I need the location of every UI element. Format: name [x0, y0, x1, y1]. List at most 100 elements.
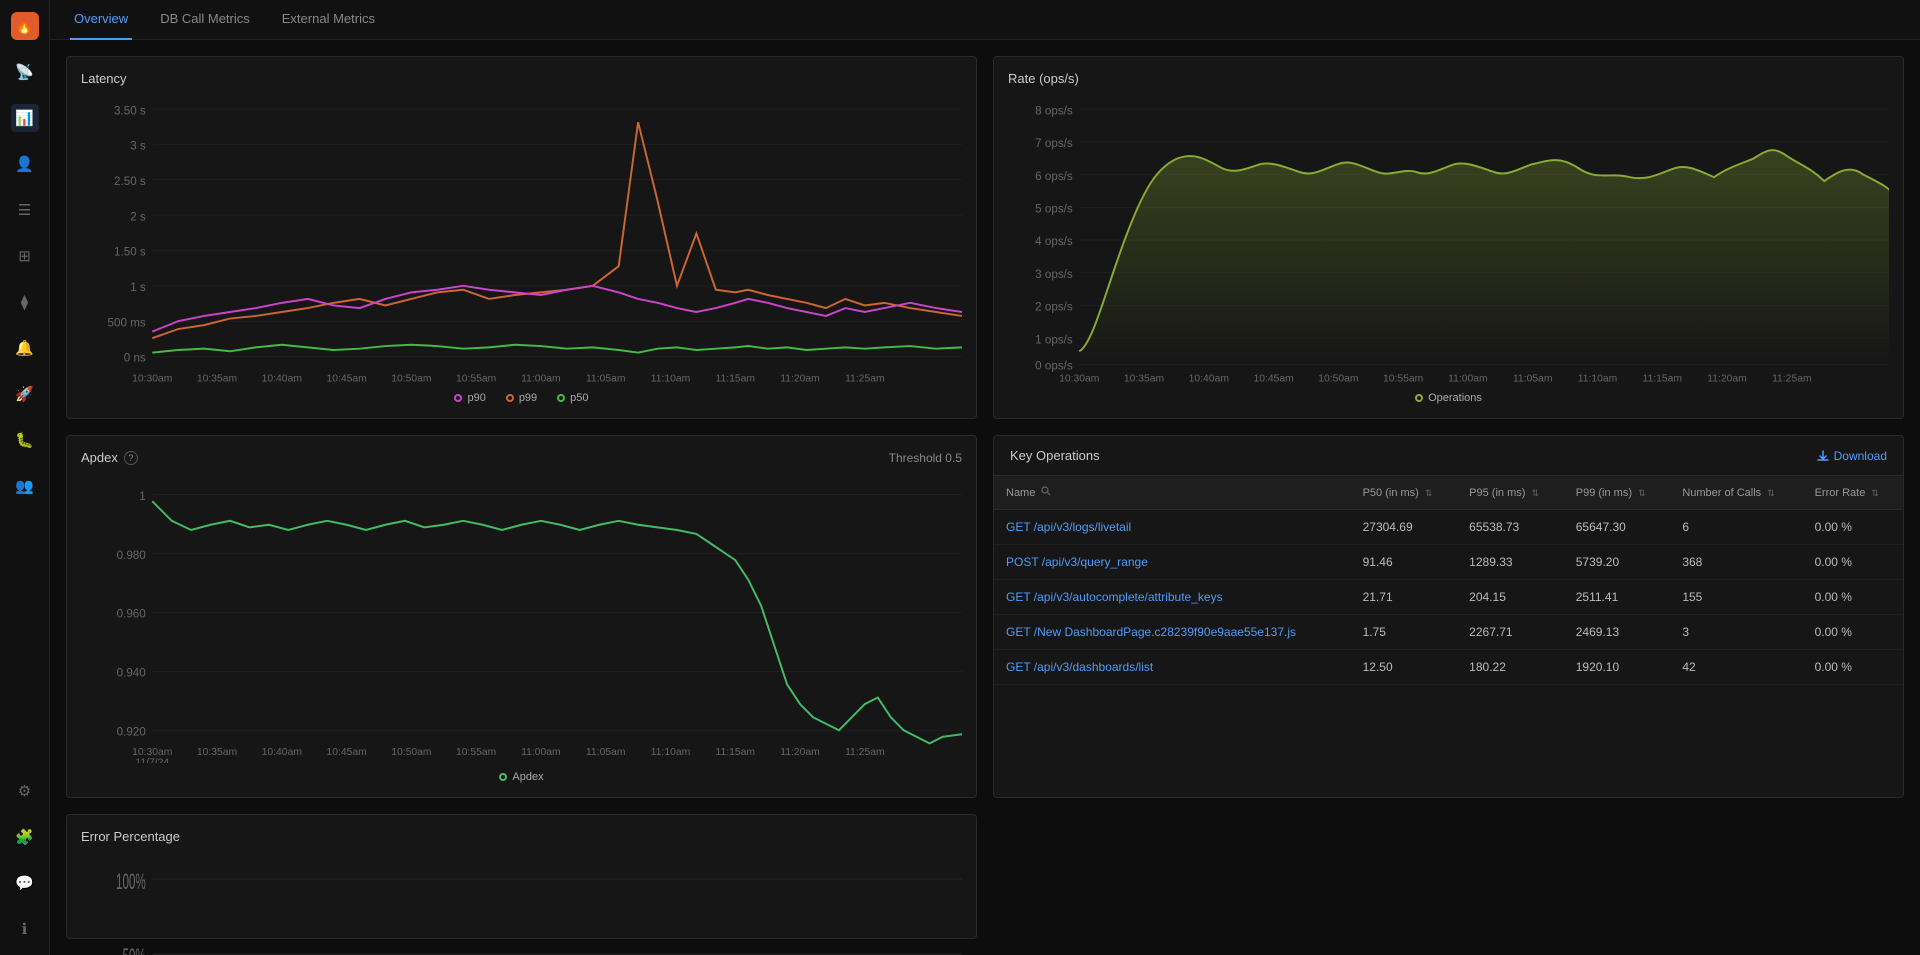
svg-text:10:45am: 10:45am	[326, 373, 366, 384]
svg-text:11:10am: 11:10am	[651, 747, 691, 758]
rate-chart: 8 ops/s 7 ops/s 6 ops/s 5 ops/s 4 ops/s …	[1008, 96, 1889, 384]
col-calls[interactable]: Number of Calls ⇅	[1670, 476, 1802, 510]
download-icon	[1817, 450, 1829, 462]
row-2-calls: 155	[1670, 580, 1802, 615]
sort-p50-icon: ⇅	[1425, 488, 1433, 499]
svg-text:2.50 s: 2.50 s	[114, 175, 146, 188]
svg-text:11:10am: 11:10am	[651, 373, 691, 384]
svg-text:11:25am: 11:25am	[1772, 373, 1812, 384]
svg-text:10:35am: 10:35am	[197, 747, 237, 758]
key-operations-table-wrapper[interactable]: Name P50 (in ms) ⇅ P95 (in ms) ⇅	[994, 476, 1903, 797]
svg-text:10:50am: 10:50am	[391, 373, 431, 384]
row-2-name[interactable]: GET /api/v3/autocomplete/attribute_keys	[994, 580, 1351, 615]
table-row: POST /api/v3/query_range91.461289.335739…	[994, 545, 1903, 580]
legend-operations-label: Operations	[1428, 392, 1482, 404]
sidebar-icon-team[interactable]: 👥	[11, 472, 39, 500]
svg-text:11:05am: 11:05am	[586, 373, 626, 384]
rate-panel: Rate (ops/s) 8 ops/s 7 ops/s	[993, 56, 1904, 419]
sidebar-icon-bug[interactable]: 🐛	[11, 426, 39, 454]
key-operations-header: Key Operations Download	[994, 436, 1903, 476]
legend-p90: p90	[454, 392, 485, 404]
sidebar-icon-list[interactable]: ☰	[11, 196, 39, 224]
svg-text:11:00am: 11:00am	[1448, 373, 1488, 384]
col-p50[interactable]: P50 (in ms) ⇅	[1351, 476, 1458, 510]
svg-text:8 ops/s: 8 ops/s	[1035, 104, 1073, 117]
row-3-calls: 3	[1670, 615, 1802, 650]
sidebar-icon-info[interactable]: ℹ	[11, 915, 39, 943]
sidebar-icon-settings[interactable]: ⚙	[11, 777, 39, 805]
key-operations-tbody: GET /api/v3/logs/livetail27304.6965538.7…	[994, 510, 1903, 685]
col-p95[interactable]: P95 (in ms) ⇅	[1457, 476, 1564, 510]
table-row: GET /api/v3/logs/livetail27304.6965538.7…	[994, 510, 1903, 545]
app-logo: 🔥	[11, 12, 39, 40]
svg-text:11:20am: 11:20am	[1707, 373, 1747, 384]
legend-p99-label: p99	[519, 392, 537, 404]
sidebar-icon-grid[interactable]: ⊞	[11, 242, 39, 270]
row-2-error-rate: 0.00 %	[1803, 580, 1903, 615]
svg-text:10:55am: 10:55am	[1383, 373, 1423, 384]
apdex-panel: Apdex ? Threshold 0.5 1 0.980 0.960 0.94…	[66, 435, 977, 798]
error-percentage-title: Error Percentage	[81, 829, 962, 844]
sidebar-icon-chat[interactable]: 💬	[11, 869, 39, 897]
svg-text:11:00am: 11:00am	[521, 373, 561, 384]
svg-text:5 ops/s: 5 ops/s	[1035, 202, 1073, 215]
row-3-p99: 2469.13	[1564, 615, 1671, 650]
svg-text:10:35am: 10:35am	[197, 373, 237, 384]
row-2-p99: 2511.41	[1564, 580, 1671, 615]
tab-db-call[interactable]: DB Call Metrics	[156, 0, 254, 40]
row-3-name[interactable]: GET /New DashboardPage.c28239f90e9aae55e…	[994, 615, 1351, 650]
sidebar-icon-signal[interactable]: 📡	[11, 58, 39, 86]
svg-text:10:40am: 10:40am	[1189, 373, 1229, 384]
svg-text:11:15am: 11:15am	[1643, 373, 1683, 384]
error-percentage-chart: 100% 50% 0%	[81, 854, 962, 955]
sidebar-icon-puzzle[interactable]: 🧩	[11, 823, 39, 851]
row-4-name[interactable]: GET /api/v3/dashboards/list	[994, 650, 1351, 685]
legend-p90-label: p90	[467, 392, 485, 404]
svg-text:3 s: 3 s	[130, 140, 146, 153]
apdex-title: Apdex ? Threshold 0.5	[81, 450, 962, 465]
svg-text:4 ops/s: 4 ops/s	[1035, 235, 1073, 248]
legend-apdex: Apdex	[499, 771, 543, 783]
svg-text:11:20am: 11:20am	[780, 747, 820, 758]
col-p99[interactable]: P99 (in ms) ⇅	[1564, 476, 1671, 510]
tab-external[interactable]: External Metrics	[278, 0, 379, 40]
key-operations-table: Name P50 (in ms) ⇅ P95 (in ms) ⇅	[994, 476, 1903, 685]
row-3-p50: 1.75	[1351, 615, 1458, 650]
svg-text:11:25am: 11:25am	[845, 747, 885, 758]
key-operations-panel: Key Operations Download Name	[993, 435, 1904, 798]
svg-text:1 s: 1 s	[130, 281, 146, 294]
apdex-threshold: Threshold 0.5	[889, 451, 962, 465]
error-percentage-panel: Error Percentage 100% 50% 0%	[66, 814, 977, 939]
col-name[interactable]: Name	[994, 476, 1351, 510]
sidebar-icon-chart[interactable]: 📊	[11, 104, 39, 132]
svg-text:11:10am: 11:10am	[1578, 373, 1618, 384]
search-icon	[1041, 486, 1051, 496]
row-1-error-rate: 0.00 %	[1803, 545, 1903, 580]
row-0-name[interactable]: GET /api/v3/logs/livetail	[994, 510, 1351, 545]
sidebar-icon-bell[interactable]: 🔔	[11, 334, 39, 362]
sidebar-icon-filter[interactable]: ⧫	[11, 288, 39, 316]
row-1-name[interactable]: POST /api/v3/query_range	[994, 545, 1351, 580]
row-4-error-rate: 0.00 %	[1803, 650, 1903, 685]
svg-text:7 ops/s: 7 ops/s	[1035, 137, 1073, 150]
sidebar-icon-rocket[interactable]: 🚀	[11, 380, 39, 408]
sidebar: 🔥 📡 📊 👤 ☰ ⊞ ⧫ 🔔 🚀 🐛 👥 ⚙ 🧩 💬 ℹ	[0, 0, 50, 955]
download-button[interactable]: Download	[1817, 449, 1887, 463]
row-0-error-rate: 0.00 %	[1803, 510, 1903, 545]
svg-text:0 ns: 0 ns	[124, 352, 146, 365]
svg-text:100%: 100%	[116, 869, 146, 894]
svg-text:11/7/24: 11/7/24	[135, 758, 169, 763]
svg-text:10:45am: 10:45am	[326, 747, 366, 758]
svg-text:11:15am: 11:15am	[716, 747, 756, 758]
svg-text:0.960: 0.960	[117, 608, 147, 621]
apdex-help-icon[interactable]: ?	[124, 451, 138, 465]
svg-text:0 ops/s: 0 ops/s	[1035, 360, 1073, 373]
apdex-chart: 1 0.980 0.960 0.940 0.920 10:30am 11/7/2…	[81, 475, 962, 763]
row-4-p99: 1920.10	[1564, 650, 1671, 685]
sidebar-icon-user[interactable]: 👤	[11, 150, 39, 178]
row-2-p95: 204.15	[1457, 580, 1564, 615]
svg-text:10:30am: 10:30am	[132, 373, 172, 384]
content-area: Latency 3.50 s 3 s 2.50 s 2	[50, 40, 1920, 955]
tab-overview[interactable]: Overview	[70, 0, 132, 40]
col-error-rate[interactable]: Error Rate ⇅	[1803, 476, 1903, 510]
